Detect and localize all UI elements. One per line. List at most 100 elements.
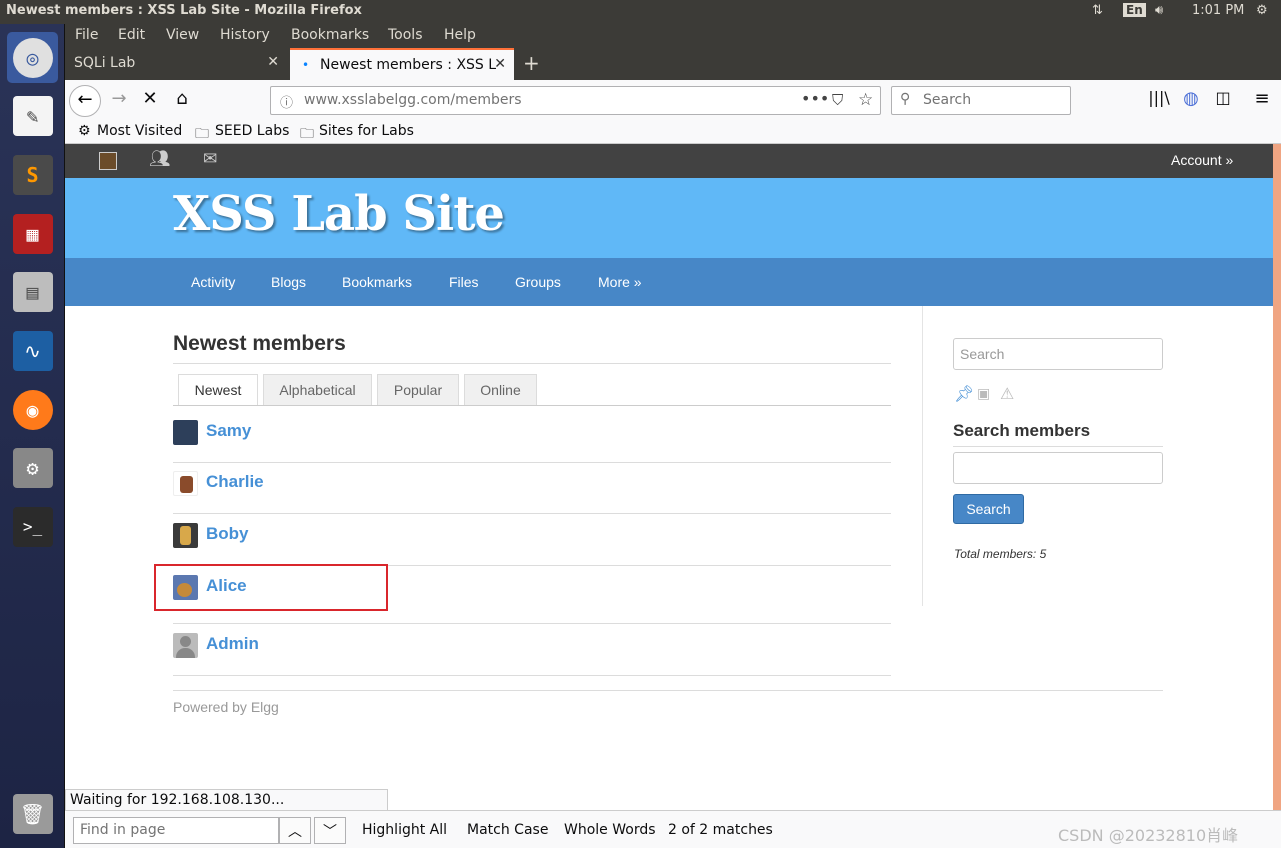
terminal-icon[interactable]: >_: [7, 501, 58, 552]
nav-more[interactable]: More »: [598, 274, 642, 290]
member-name[interactable]: Charlie: [206, 472, 264, 492]
menu-tools[interactable]: Tools: [388, 27, 423, 43]
keyboard-indicator[interactable]: En: [1123, 3, 1146, 17]
site-navigation: Activity Blogs Bookmarks Files Groups Mo…: [65, 258, 1273, 306]
menu-edit[interactable]: Edit: [118, 27, 145, 43]
search-members-button[interactable]: Search: [953, 494, 1024, 524]
rss-icon[interactable]: ▣: [977, 386, 990, 402]
highlight-box: [154, 564, 388, 611]
tab-sqli-lab[interactable]: SQLi Lab ✕: [65, 48, 287, 80]
member-name[interactable]: Samy: [206, 421, 251, 441]
loading-dot-icon: •: [302, 58, 310, 72]
avatar[interactable]: [173, 523, 198, 548]
pin-icon[interactable]: 📌︎: [954, 384, 974, 403]
close-tab-icon[interactable]: ✕: [494, 56, 506, 72]
text-editor-icon[interactable]: ✎: [7, 90, 58, 141]
extension-icon[interactable]: ◍: [1177, 88, 1205, 109]
terminal-emulator-icon[interactable]: ▦: [7, 208, 58, 259]
messages-envelope-icon[interactable]: ✉: [203, 149, 217, 169]
avatar[interactable]: [173, 471, 198, 496]
volume-icon[interactable]: 🔊︎: [1155, 3, 1163, 18]
tab-alphabetical[interactable]: Alphabetical: [263, 374, 372, 405]
nav-activity[interactable]: Activity: [191, 274, 235, 290]
sublime-text-icon[interactable]: S: [7, 149, 58, 200]
info-icon[interactable]: ⓘ: [280, 92, 293, 111]
bookmark-star-icon[interactable]: ☆: [858, 90, 873, 110]
stop-loading-icon[interactable]: ✕: [136, 88, 164, 109]
tab-popular[interactable]: Popular: [377, 374, 459, 405]
home-icon[interactable]: ⌂: [168, 88, 196, 109]
avatar[interactable]: [173, 420, 198, 445]
user-avatar-icon[interactable]: [99, 152, 117, 170]
new-tab-icon[interactable]: +: [523, 51, 540, 75]
menu-bookmarks[interactable]: Bookmarks: [291, 27, 369, 43]
divider: [173, 623, 891, 624]
back-arrow-icon[interactable]: ←: [69, 85, 101, 117]
clock[interactable]: 1:01 PM: [1192, 3, 1244, 18]
highlight-all-toggle[interactable]: Highlight All: [362, 822, 447, 838]
browser-search-bar[interactable]: ⚲ Search: [891, 86, 1071, 115]
sidebar-divider: [922, 306, 923, 606]
menu-file[interactable]: File: [75, 27, 98, 43]
elgg-topbar: 👥︎ ✉ Account »: [65, 144, 1273, 178]
gear-icon[interactable]: ⚙: [1256, 3, 1268, 18]
library-icon[interactable]: |||\: [1145, 88, 1173, 107]
tab-label: SQLi Lab: [74, 55, 136, 71]
avatar[interactable]: [173, 633, 198, 658]
trash-icon[interactable]: 🗑︎: [7, 788, 58, 839]
friends-icon[interactable]: 👥︎: [149, 149, 171, 169]
status-bar: Waiting for 192.168.108.130...: [65, 789, 388, 811]
nav-blogs[interactable]: Blogs: [271, 274, 306, 290]
account-menu[interactable]: Account »: [1171, 152, 1233, 168]
firefox-icon[interactable]: ◉: [7, 384, 58, 435]
member-name[interactable]: Boby: [206, 524, 249, 544]
report-warning-icon[interactable]: ⚠: [1000, 384, 1014, 403]
url-text[interactable]: www.xsslabelgg.com/members: [304, 92, 522, 108]
wireshark-icon[interactable]: ∿: [7, 325, 58, 376]
system-settings-icon[interactable]: ⚙: [7, 442, 58, 493]
find-previous-icon[interactable]: ︿: [279, 817, 311, 844]
url-bar[interactable]: ⓘ www.xsslabelgg.com/members ••• ⛉ ☆: [270, 86, 881, 115]
site-title[interactable]: XSS Lab Site: [173, 186, 505, 242]
nav-groups[interactable]: Groups: [515, 274, 561, 290]
menu-history[interactable]: History: [220, 27, 270, 43]
footer-powered-by[interactable]: Powered by Elgg: [173, 699, 279, 715]
divider: [173, 462, 891, 463]
whole-words-toggle[interactable]: Whole Words: [564, 822, 656, 838]
close-tab-icon[interactable]: ✕: [267, 54, 279, 70]
divider: [953, 446, 1163, 447]
forward-arrow-icon[interactable]: →: [105, 88, 133, 109]
nav-bookmarks[interactable]: Bookmarks: [342, 274, 412, 290]
match-case-toggle[interactable]: Match Case: [467, 822, 548, 838]
network-icon[interactable]: ⇅: [1092, 3, 1103, 18]
nav-files[interactable]: Files: [449, 274, 479, 290]
find-in-page-input[interactable]: Find in page: [73, 817, 279, 844]
hamburger-menu-icon[interactable]: ≡: [1248, 88, 1276, 109]
tab-newest[interactable]: Newest: [178, 374, 258, 406]
total-members: Total members: 5: [954, 547, 1047, 561]
tab-newest-members[interactable]: • Newest members : XSS L ✕: [290, 48, 514, 80]
bookmark-sites-for-labs[interactable]: Sites for Labs: [319, 123, 414, 139]
menu-view[interactable]: View: [166, 27, 199, 43]
bookmarks-toolbar: ⚙ Most Visited 🗀 SEED Labs 🗀 Sites for L…: [65, 120, 1281, 144]
search-members-input[interactable]: [953, 452, 1163, 484]
page-content: 👥︎ ✉ Account » XSS Lab Site Activity Blo…: [65, 144, 1273, 790]
page-actions-icon[interactable]: •••: [801, 89, 829, 108]
sidebar-search-input[interactable]: Search: [953, 338, 1163, 370]
pocket-icon[interactable]: ⛉: [832, 91, 843, 109]
menu-help[interactable]: Help: [444, 27, 476, 43]
browser-search-placeholder: Search: [923, 92, 972, 108]
tab-bar: SQLi Lab ✕ • Newest members : XSS L ✕ +: [65, 48, 1281, 80]
search-icon: ⚲: [900, 91, 911, 107]
bookmark-seed-labs[interactable]: SEED Labs: [215, 123, 289, 139]
tab-label: Newest members : XSS L: [320, 57, 497, 73]
divider: [173, 405, 891, 406]
find-next-icon[interactable]: ﹀: [314, 817, 346, 844]
sidebar-search-placeholder: Search: [960, 346, 1005, 362]
bookmark-most-visited[interactable]: Most Visited: [97, 123, 182, 139]
sidebar-icon[interactable]: ◫: [1209, 88, 1237, 107]
tab-online[interactable]: Online: [464, 374, 537, 405]
file-manager-icon[interactable]: ▤: [7, 266, 58, 317]
member-name[interactable]: Admin: [206, 634, 259, 654]
ubuntu-dash-icon[interactable]: ◎: [7, 32, 58, 83]
